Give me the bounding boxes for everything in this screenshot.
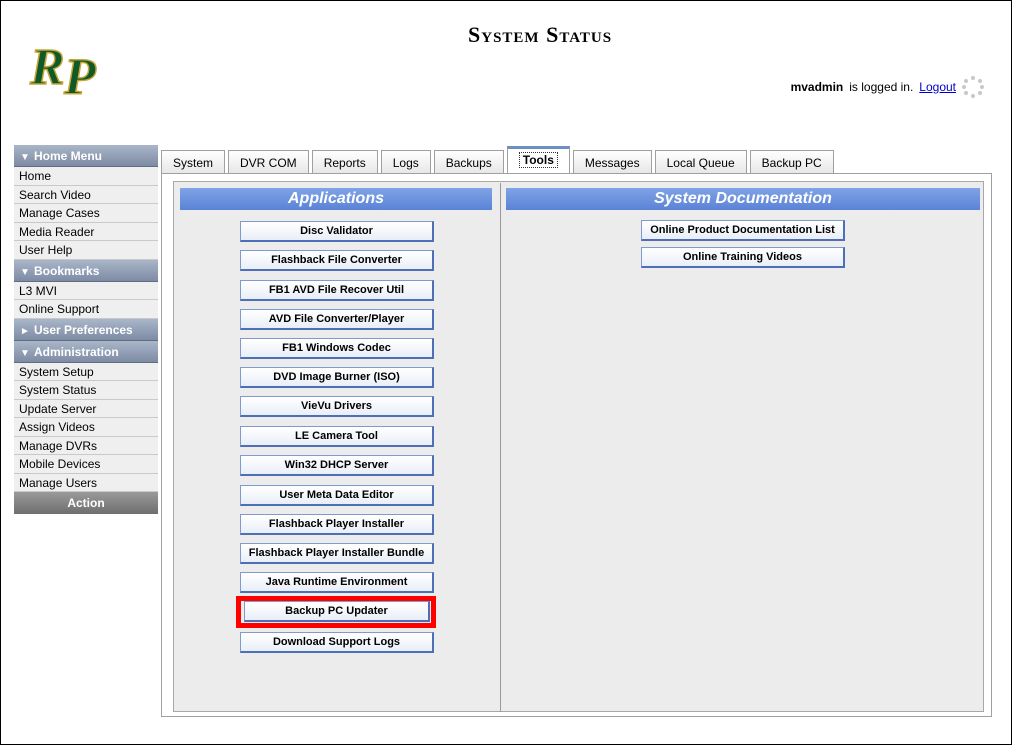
sidebar-item-mobile-devices[interactable]: Mobile Devices <box>14 455 158 474</box>
fb1-windows-codec-button[interactable]: FB1 Windows Codec <box>240 338 434 359</box>
download-support-logs-button[interactable]: Download Support Logs <box>240 632 434 653</box>
svg-text:R: R <box>29 39 65 96</box>
sidebar-item-update-server[interactable]: Update Server <box>14 399 158 418</box>
sidebar-item-system-setup[interactable]: System Setup <box>14 362 158 381</box>
fb1-avd-file-recover-button[interactable]: FB1 AVD File Recover Util <box>240 280 434 301</box>
login-status: mvadmin is logged in. Logout <box>791 76 984 98</box>
page-title: System Status <box>468 22 613 47</box>
sidebar-item-online-support[interactable]: Online Support <box>14 300 158 319</box>
user-preferences-header[interactable]: ► User Preferences <box>14 318 158 341</box>
disc-validator-button[interactable]: Disc Validator <box>240 221 434 242</box>
sidebar-item-manage-dvrs[interactable]: Manage DVRs <box>14 436 158 455</box>
tab-local-queue[interactable]: Local Queue <box>654 150 747 174</box>
sidebar-item-system-status[interactable]: System Status <box>14 381 158 400</box>
logged-user: mvadmin <box>790 80 844 94</box>
svg-text:P: P <box>63 49 97 106</box>
logged-in-text: is logged in. <box>849 80 914 94</box>
flashback-player-installer-button[interactable]: Flashback Player Installer <box>240 514 434 535</box>
tab-dvr-com[interactable]: DVR COM <box>228 150 309 174</box>
column-divider <box>500 183 501 712</box>
triangle-down-icon: ▼ <box>20 347 30 359</box>
administration-header[interactable]: ▼ Administration <box>14 340 158 363</box>
sidebar-item-home[interactable]: Home <box>14 167 158 186</box>
dvd-image-burner-button[interactable]: DVD Image Burner (ISO) <box>240 367 434 388</box>
le-camera-tool-button[interactable]: LE Camera Tool <box>240 426 434 447</box>
triangle-down-icon: ▼ <box>20 152 30 163</box>
flashback-file-converter-button[interactable]: Flashback File Converter <box>240 250 434 271</box>
tab-tools-label: Tools <box>518 152 558 168</box>
tab-backup-pc[interactable]: Backup PC <box>749 150 834 174</box>
sidebar-item-media-reader[interactable]: Media Reader <box>14 222 158 241</box>
sidebar-item-manage-cases[interactable]: Manage Cases <box>14 204 158 223</box>
bookmarks-header[interactable]: ▼ Bookmarks <box>14 259 158 282</box>
action-header[interactable]: Action <box>14 492 158 514</box>
applications-header: Applications <box>180 188 492 210</box>
triangle-down-icon: ▼ <box>20 266 30 278</box>
system-documentation-header: System Documentation <box>506 188 980 210</box>
tab-reports[interactable]: Reports <box>311 150 378 174</box>
loading-spinner-icon <box>962 76 984 98</box>
tab-backups[interactable]: Backups <box>433 150 504 174</box>
tab-tools[interactable]: Tools <box>506 146 570 174</box>
tab-system[interactable]: System <box>161 150 226 174</box>
avd-file-converter-button[interactable]: AVD File Converter/Player <box>240 309 434 330</box>
tab-bar: System DVR COM Reports Logs Backups Tool… <box>161 146 837 174</box>
triangle-right-icon: ► <box>20 325 30 337</box>
company-logo: R P <box>16 16 131 120</box>
flashback-player-installer-bundle-button[interactable]: Flashback Player Installer Bundle <box>240 543 434 564</box>
sidebar-item-manage-users[interactable]: Manage Users <box>14 473 158 492</box>
sidebar: ▼ Home Menu Home Search Video Manage Case… <box>14 145 158 514</box>
java-runtime-environment-button[interactable]: Java Runtime Environment <box>240 572 434 593</box>
tab-logs[interactable]: Logs <box>380 150 431 174</box>
online-training-videos-button[interactable]: Online Training Videos <box>641 247 845 268</box>
sidebar-item-assign-videos[interactable]: Assign Videos <box>14 418 158 437</box>
sidebar-item-search-video[interactable]: Search Video <box>14 185 158 204</box>
home-menu-header[interactable]: ▼ Home Menu <box>14 145 158 167</box>
sidebar-item-user-help[interactable]: User Help <box>14 241 158 260</box>
logout-link[interactable]: Logout <box>919 80 956 94</box>
online-product-documentation-button[interactable]: Online Product Documentation List <box>641 220 845 241</box>
user-meta-data-editor-button[interactable]: User Meta Data Editor <box>240 485 434 506</box>
sidebar-item-l3-mvi[interactable]: L3 MVI <box>14 281 158 300</box>
highlight-box <box>236 596 436 628</box>
tab-messages[interactable]: Messages <box>572 150 652 174</box>
rp-logo-icon: R P <box>28 38 98 107</box>
win32-dhcp-server-button[interactable]: Win32 DHCP Server <box>240 455 434 476</box>
vievu-drivers-button[interactable]: VieVu Drivers <box>240 396 434 417</box>
